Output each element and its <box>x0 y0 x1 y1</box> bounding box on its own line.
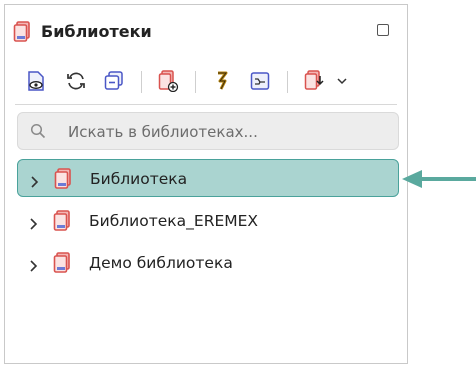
tree-item-label: Демо библиотека <box>89 254 233 272</box>
toolbar-separator <box>287 71 288 93</box>
view-icon[interactable] <box>23 67 49 95</box>
tree-item-label: Библиотека_EREMEX <box>89 212 259 230</box>
panel-title: Библиотеки <box>41 22 152 41</box>
tree-item-demo-library[interactable]: Демо библиотека <box>17 244 399 282</box>
schematic-icon[interactable] <box>247 67 273 95</box>
toolbar <box>5 63 407 99</box>
search-box[interactable] <box>17 112 399 151</box>
chevron-right-icon[interactable] <box>29 215 39 230</box>
panel-header: Библиотеки <box>5 5 407 57</box>
chevron-right-icon[interactable] <box>29 257 39 272</box>
add-library-icon[interactable] <box>155 67 181 95</box>
library-icon <box>54 168 74 190</box>
library-icon <box>53 210 73 232</box>
libraries-panel: Библиотеки Искать в библиотеках... Библи… <box>4 4 408 364</box>
callout-arrow-icon <box>402 170 476 188</box>
search-input[interactable] <box>66 113 390 151</box>
dropdown-chevron-icon[interactable] <box>329 67 355 95</box>
toolbar-separator <box>141 71 142 93</box>
maximize-icon[interactable] <box>377 24 389 36</box>
search-icon <box>30 123 46 139</box>
import-icon[interactable] <box>301 67 327 95</box>
tree-item-label: Библиотека <box>90 170 188 188</box>
chevron-right-icon[interactable] <box>30 173 40 188</box>
tree-item-library-eremex[interactable]: Библиотека_EREMEX <box>17 202 399 240</box>
refresh-icon[interactable] <box>63 67 89 95</box>
library-icon <box>13 21 33 43</box>
library-icon <box>53 252 73 274</box>
toolbar-separator <box>195 71 196 93</box>
toolbar-divider <box>15 104 397 105</box>
link-icon[interactable] <box>209 67 235 95</box>
tree-item-library[interactable]: Библиотека <box>17 159 399 197</box>
collapse-icon[interactable] <box>101 67 127 95</box>
